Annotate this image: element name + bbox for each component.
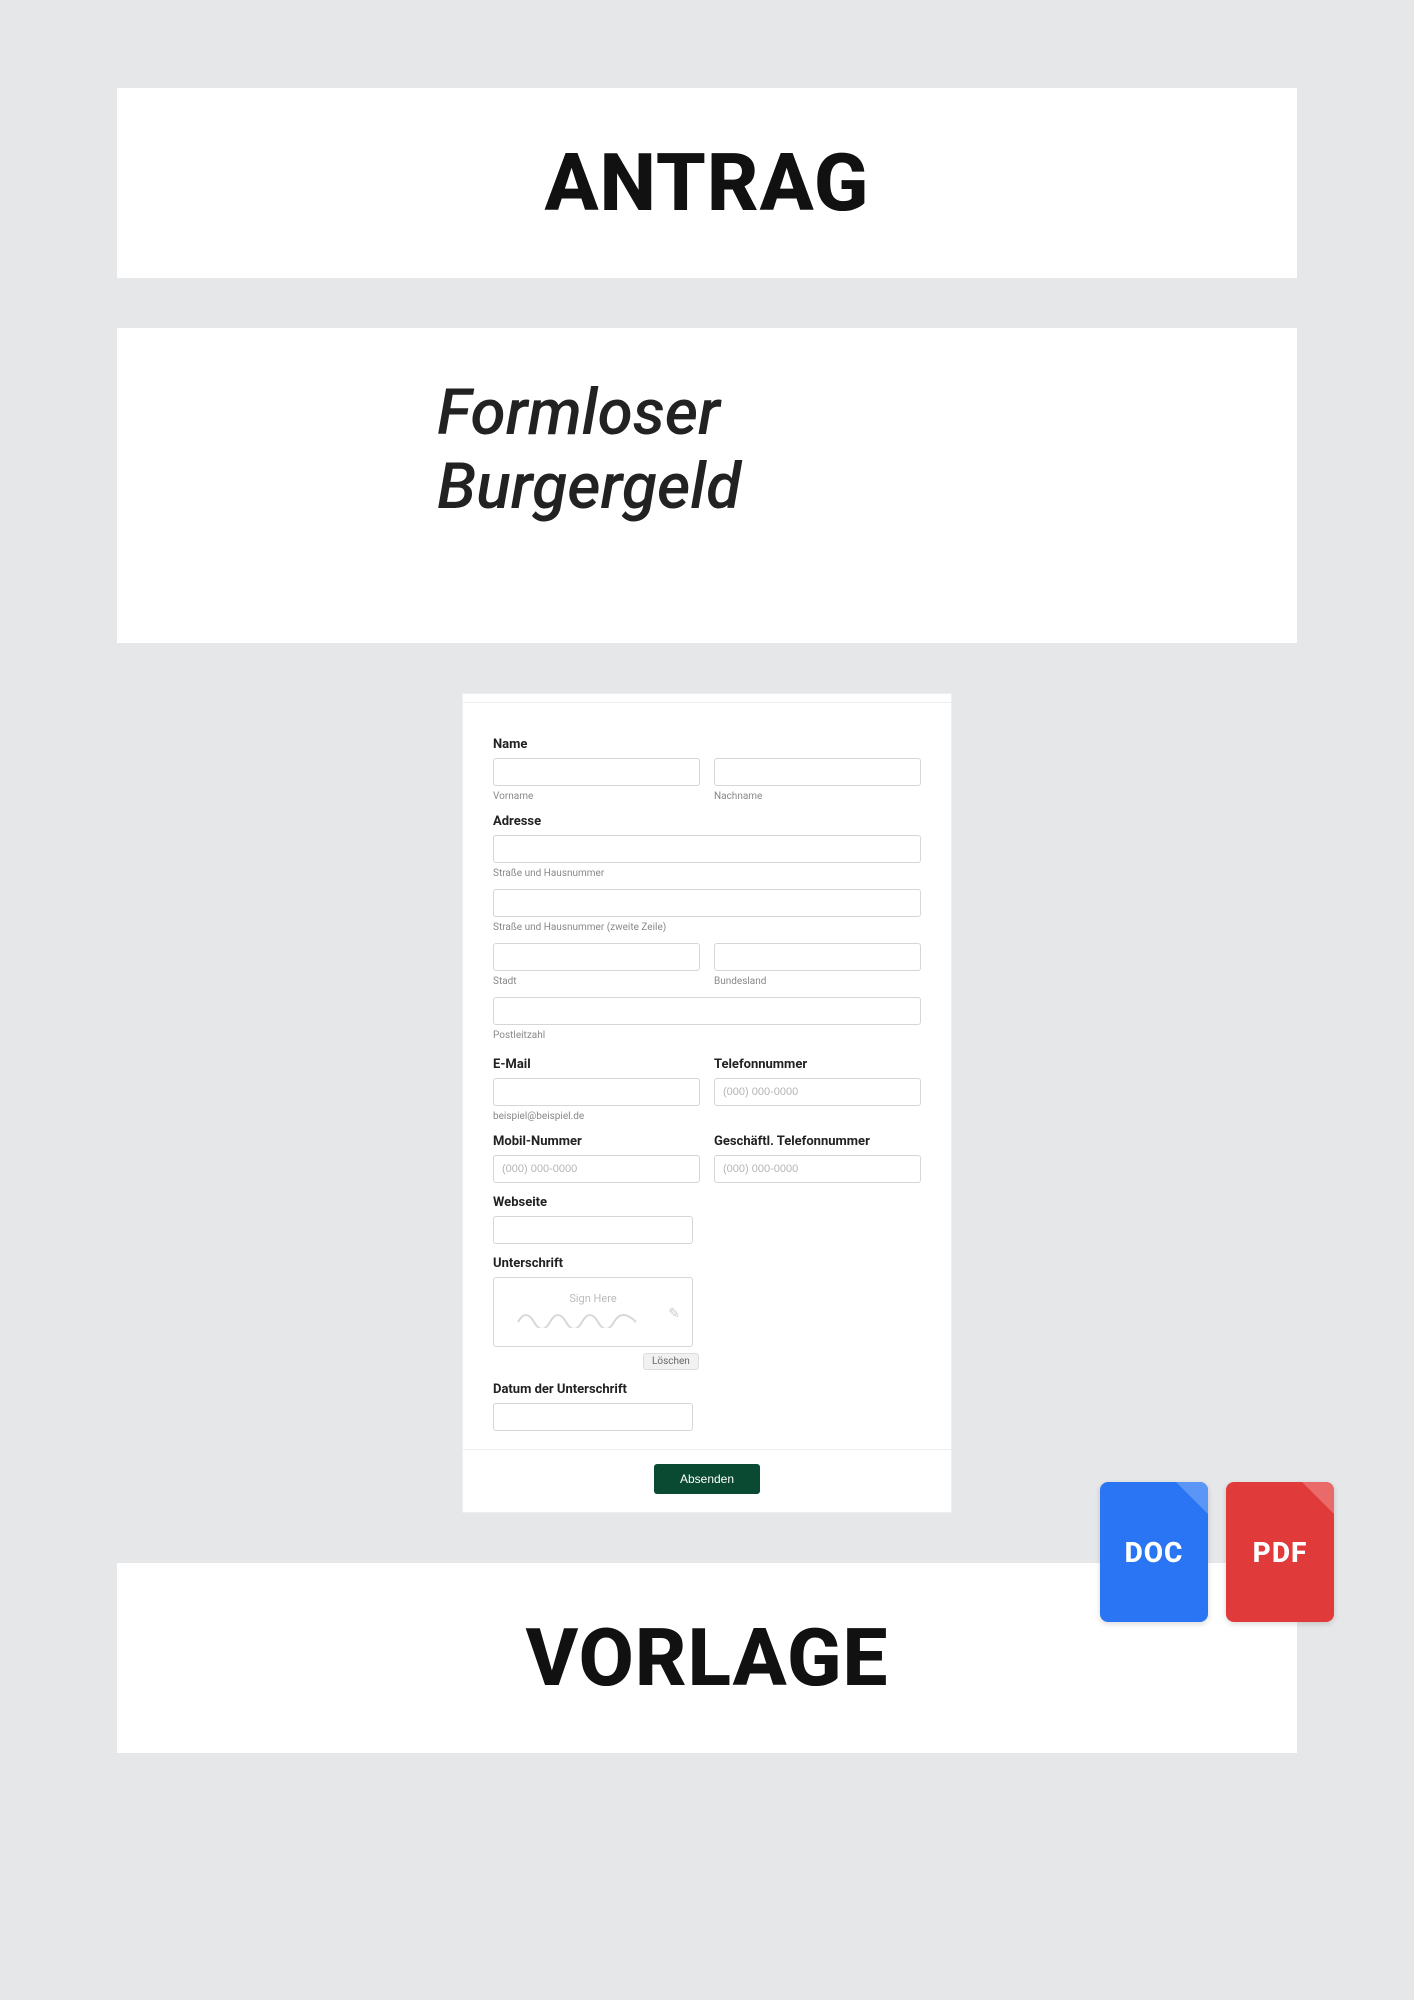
last-name-input[interactable] xyxy=(714,758,921,786)
pdf-label: PDF xyxy=(1253,1536,1308,1569)
email-input[interactable] xyxy=(493,1078,700,1106)
mobile-input[interactable] xyxy=(493,1155,700,1183)
pen-icon: ✎ xyxy=(668,1306,680,1322)
email-label: E-Mail xyxy=(493,1057,700,1072)
sign-here-text: Sign Here xyxy=(494,1292,692,1305)
file-icons: DOC PDF xyxy=(1100,1482,1334,1622)
phone-input[interactable] xyxy=(714,1078,921,1106)
doc-file-icon[interactable]: DOC xyxy=(1100,1482,1208,1622)
signature-box[interactable]: Sign Here ✎ xyxy=(493,1277,693,1347)
clear-signature-button[interactable]: Löschen xyxy=(643,1353,699,1370)
sigdate-input[interactable] xyxy=(493,1403,693,1431)
city-sublabel: Stadt xyxy=(493,976,700,987)
first-name-sublabel: Vorname xyxy=(493,791,700,802)
bizphone-label: Geschäftl. Telefonnummer xyxy=(714,1134,921,1149)
email-sublabel: beispiel@beispiel.de xyxy=(493,1111,700,1122)
state-input[interactable] xyxy=(714,943,921,971)
doc-label: DOC xyxy=(1125,1536,1184,1569)
street-input[interactable] xyxy=(493,835,921,863)
signature-squiggle-icon xyxy=(510,1306,662,1332)
last-name-sublabel: Nachname xyxy=(714,791,921,802)
submit-button[interactable]: Absenden xyxy=(654,1464,760,1494)
name-label: Name xyxy=(493,737,921,752)
subtitle: Formloser Burgergeld xyxy=(437,376,1197,523)
address-label: Adresse xyxy=(493,814,921,829)
sigdate-label: Datum der Unterschrift xyxy=(493,1382,921,1397)
mobile-label: Mobil-Nummer xyxy=(493,1134,700,1149)
first-name-input[interactable] xyxy=(493,758,700,786)
zip-input[interactable] xyxy=(493,997,921,1025)
subtitle-line1: Formloser xyxy=(437,375,720,450)
doc-fold-icon xyxy=(1176,1482,1208,1514)
website-input[interactable] xyxy=(493,1216,693,1244)
street-sublabel: Straße und Hausnummer xyxy=(493,868,921,879)
bizphone-input[interactable] xyxy=(714,1155,921,1183)
header-panel: ANTRAG xyxy=(117,88,1297,278)
state-sublabel: Bundesland xyxy=(714,976,921,987)
footer-title: VORLAGE xyxy=(177,1611,1237,1705)
pdf-file-icon[interactable]: PDF xyxy=(1226,1482,1334,1622)
street2-input[interactable] xyxy=(493,889,921,917)
website-label: Webseite xyxy=(493,1195,921,1210)
street2-sublabel: Straße und Hausnummer (zweite Zeile) xyxy=(493,922,921,933)
pdf-fold-icon xyxy=(1302,1482,1334,1514)
subtitle-line2: Burgergeld xyxy=(437,449,741,524)
zip-sublabel: Postleitzahl xyxy=(493,1030,921,1041)
form-preview: Name Vorname Nachname Adresse Straße und… xyxy=(462,693,952,1513)
signature-label: Unterschrift xyxy=(493,1256,921,1271)
city-input[interactable] xyxy=(493,943,700,971)
phone-label: Telefonnummer xyxy=(714,1057,921,1072)
subtitle-panel: Formloser Burgergeld xyxy=(117,328,1297,643)
page-title: ANTRAG xyxy=(177,136,1237,230)
